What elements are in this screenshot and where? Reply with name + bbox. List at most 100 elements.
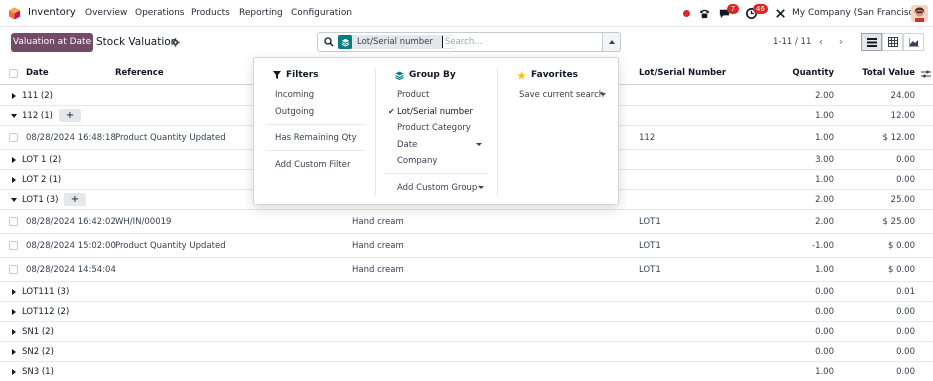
caret-right-icon[interactable] [12, 177, 16, 183]
layers-icon [338, 35, 352, 49]
search-icon [324, 37, 334, 47]
caret-right-icon[interactable] [12, 289, 16, 295]
menu-products[interactable]: Products [191, 8, 230, 18]
pager-previous-button[interactable]: ‹ [812, 33, 830, 51]
app-name[interactable]: Inventory [28, 7, 76, 18]
valuation-at-date-button[interactable]: Valuation at Date [11, 33, 93, 52]
pager-next-button[interactable]: › [832, 33, 850, 51]
menu-configuration[interactable]: Configuration [291, 8, 352, 18]
groupby-company[interactable]: Company [397, 156, 437, 166]
group-label[interactable]: SN3 (1) [22, 367, 54, 377]
groupby-product-category[interactable]: Product Category [397, 123, 471, 133]
filter-has-remaining-qty[interactable]: Has Remaining Qty [275, 133, 357, 143]
table-row[interactable]: 08/28/2024 14:54:04 Hand cream LOT1 1.00 $ 0… [0, 258, 933, 282]
filter-incoming[interactable]: Incoming [275, 90, 314, 100]
menu-operations[interactable]: Operations [135, 8, 184, 18]
group-quantity: 1.00 [815, 367, 834, 377]
group-row[interactable]: SN2 (2) 0.00 0.00 [0, 342, 933, 362]
row-checkbox[interactable] [9, 217, 18, 226]
caret-down-icon[interactable] [11, 198, 17, 202]
group-row[interactable]: LOT112 (2) 0.00 0.00 [0, 302, 933, 322]
gear-icon[interactable] [171, 38, 180, 47]
row-checkbox[interactable] [9, 265, 18, 274]
filters-title: Filters [286, 70, 319, 80]
select-all-checkbox[interactable] [9, 69, 18, 78]
col-quantity[interactable]: Quantity [780, 68, 834, 78]
group-quantity: 2.00 [815, 91, 834, 101]
row-checkbox[interactable] [9, 133, 18, 142]
user-avatar[interactable] [911, 5, 928, 22]
activities-badge: 46 [753, 4, 768, 14]
caret-right-icon[interactable] [12, 349, 16, 355]
list-view-button[interactable] [861, 33, 882, 51]
search-facet-groupby: Lot/Serial number ✕ [338, 35, 455, 49]
search-input[interactable] [442, 36, 592, 48]
search-options-toggle[interactable] [602, 32, 621, 52]
caret-right-icon[interactable] [12, 329, 16, 335]
inventory-app-icon[interactable] [8, 7, 21, 20]
group-row[interactable]: LOT111 (3) 0.00 0.01 [0, 282, 933, 302]
group-label[interactable]: LOT111 (3) [22, 287, 69, 297]
menu-overview[interactable]: Overview [85, 8, 127, 18]
filters-divider-2 [266, 150, 365, 151]
caret-right-icon[interactable] [12, 93, 16, 99]
date-caret-icon[interactable] [476, 143, 482, 146]
cell-quantity: -1.00 [812, 241, 834, 251]
add-custom-group[interactable]: Add Custom Group [397, 183, 477, 193]
groupby-lot-serial[interactable]: Lot/Serial number [397, 107, 473, 117]
group-row[interactable]: SN3 (1) 1.00 0.00 [0, 362, 933, 381]
col-reference[interactable]: Reference [115, 68, 164, 78]
caret-right-icon[interactable] [12, 157, 16, 163]
group-label[interactable]: SN2 (2) [22, 347, 54, 357]
caret-right-icon[interactable] [12, 309, 16, 315]
table-row[interactable]: 08/28/2024 16:42:02 WH/IN/00019 Hand cream… [0, 210, 933, 234]
filter-outgoing[interactable]: Outgoing [275, 107, 314, 117]
groupby-product[interactable]: Product [397, 90, 429, 100]
status-dot[interactable] [683, 10, 690, 17]
table-row[interactable]: 08/28/2024 15:02:00 Product Quantity Upda… [0, 234, 933, 258]
col-total-value[interactable]: Total Value [850, 68, 915, 78]
group-label[interactable]: 111 (2) [22, 91, 53, 101]
search-bar[interactable]: Lot/Serial number ✕ [317, 32, 603, 52]
area-chart-icon [908, 37, 919, 47]
cell-lot-serial: LOT1 [639, 241, 661, 251]
caret-down-icon[interactable] [11, 114, 17, 118]
menu-reporting[interactable]: Reporting [239, 8, 283, 18]
add-record-in-group-button[interactable]: + [64, 193, 86, 206]
groupby-date[interactable]: Date [397, 140, 417, 150]
row-checkbox[interactable] [9, 241, 18, 250]
pivot-view-button[interactable] [882, 33, 903, 51]
group-label[interactable]: LOT1 (3) [22, 195, 58, 205]
pager-value[interactable]: 1-11 / 11 [773, 37, 811, 47]
group-total-value: 0.01 [896, 287, 915, 297]
col-date[interactable]: Date [26, 68, 49, 78]
add-record-in-group-button[interactable]: + [59, 109, 81, 122]
company-switcher[interactable]: My Company (San Francisco) [792, 8, 922, 18]
groupby-divider [385, 173, 488, 174]
cell-quantity: 1.00 [815, 265, 834, 275]
group-label[interactable]: LOT 2 (1) [22, 175, 61, 185]
caret-right-icon[interactable] [12, 369, 16, 375]
cell-date: 08/28/2024 16:48:18 [26, 133, 116, 143]
group-label[interactable]: 112 (1) [22, 111, 53, 121]
column-separator [375, 68, 376, 196]
group-by-header: Group By [395, 70, 456, 80]
messages-badge: 7 [727, 4, 739, 14]
col-lot-serial[interactable]: Lot/Serial Number [639, 68, 726, 78]
group-label[interactable]: LOT112 (2) [22, 307, 69, 317]
group-label[interactable]: LOT 1 (2) [22, 155, 61, 165]
group-row[interactable]: SN1 (2) 0.00 0.00 [0, 322, 933, 342]
cell-date: 08/28/2024 15:02:00 [26, 241, 116, 251]
group-total-value: 0.00 [896, 347, 915, 357]
add-custom-filter[interactable]: Add Custom Filter [275, 160, 350, 170]
tools-icon[interactable] [774, 7, 787, 20]
phone-icon[interactable] [698, 7, 711, 20]
save-current-search[interactable]: Save current search [519, 90, 604, 100]
custom-group-caret-icon[interactable] [478, 186, 484, 189]
optional-columns-icon[interactable] [921, 69, 931, 79]
save-search-caret-icon[interactable] [600, 93, 606, 96]
group-label[interactable]: SN1 (2) [22, 327, 54, 337]
graph-view-button[interactable] [903, 33, 924, 51]
favorites-header: Favorites [517, 70, 578, 80]
facet-label: Lot/Serial number [357, 37, 433, 47]
